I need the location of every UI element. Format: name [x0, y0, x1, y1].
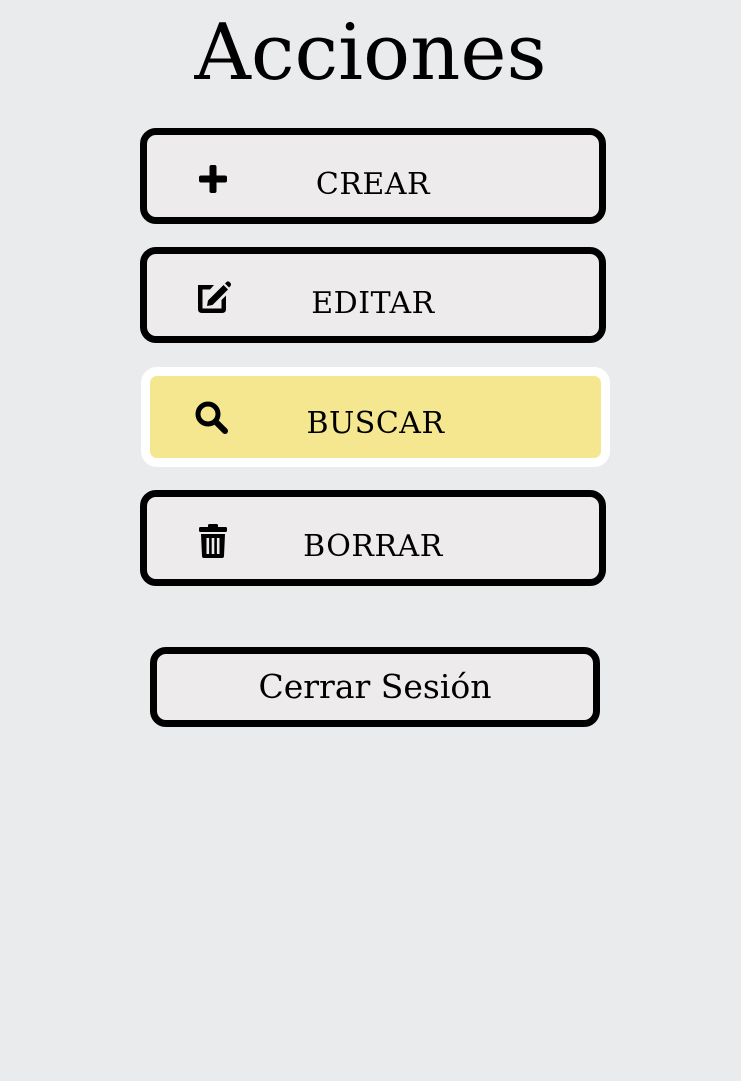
editar-button[interactable]: EDITAR — [140, 247, 606, 343]
editar-button-label: EDITAR — [311, 286, 435, 321]
crear-button-label: CREAR — [315, 167, 431, 202]
page-title: Acciones — [194, 8, 547, 98]
buscar-button[interactable]: BUSCAR — [141, 367, 610, 467]
crear-button[interactable]: CREAR — [140, 128, 606, 224]
buscar-button-label: BUSCAR — [306, 406, 445, 441]
borrar-button[interactable]: BORRAR — [140, 490, 606, 586]
logout-button[interactable]: Cerrar Sesión — [150, 647, 600, 727]
borrar-button-label: BORRAR — [303, 529, 443, 564]
